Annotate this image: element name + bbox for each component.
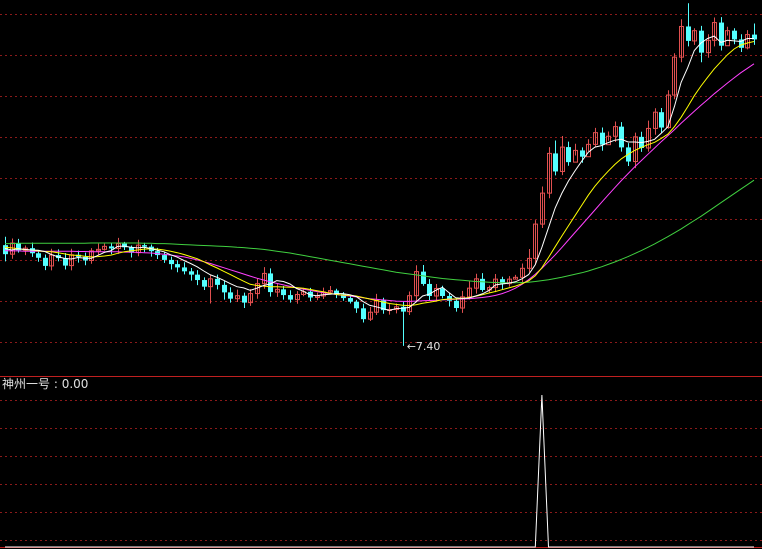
candle-body	[169, 259, 174, 265]
candle-body	[175, 264, 180, 268]
candle-body	[619, 126, 624, 148]
ma-long-line	[4, 63, 755, 302]
candle-body	[566, 147, 571, 163]
candle-body	[162, 255, 167, 260]
candle-body	[354, 301, 359, 309]
candle-body	[732, 30, 737, 40]
candle-body	[228, 292, 233, 299]
candle-body	[182, 267, 187, 272]
candle-body	[281, 289, 286, 296]
indicator-title: 神州一号 : 0.00	[2, 377, 88, 391]
candle-body	[686, 26, 691, 41]
candle-body	[3, 245, 8, 255]
candle-body	[195, 274, 200, 281]
stock-chart: ←7.40	[0, 3, 762, 548]
candle-body	[215, 278, 220, 285]
candle-body	[480, 278, 485, 290]
candle-body	[109, 246, 114, 249]
candle-body	[361, 308, 366, 320]
candle-body	[189, 271, 194, 275]
candle-body	[142, 245, 147, 247]
candle-body	[222, 284, 227, 293]
indicator-value: 0.00	[61, 377, 89, 391]
indicator-separator: :	[50, 377, 62, 391]
ma-longest-line	[5, 179, 755, 284]
candle-body	[63, 258, 68, 266]
candle-body	[454, 300, 459, 309]
candle-body	[421, 271, 426, 284]
candle-body	[440, 288, 445, 296]
candle-body	[600, 132, 605, 145]
indicator-name: 神州一号	[2, 377, 51, 391]
candle-body	[242, 295, 247, 303]
candle-body	[288, 295, 293, 300]
signal-line	[5, 394, 754, 548]
ma-mid-line	[4, 41, 755, 307]
candle-body	[553, 153, 558, 172]
candle-body	[202, 280, 207, 287]
candle-body	[348, 298, 353, 302]
candle-body	[43, 257, 48, 266]
candle-body	[36, 253, 41, 258]
candle-body	[580, 150, 585, 157]
candle-body	[659, 112, 664, 128]
low-price-marker: ←7.40	[407, 340, 441, 353]
